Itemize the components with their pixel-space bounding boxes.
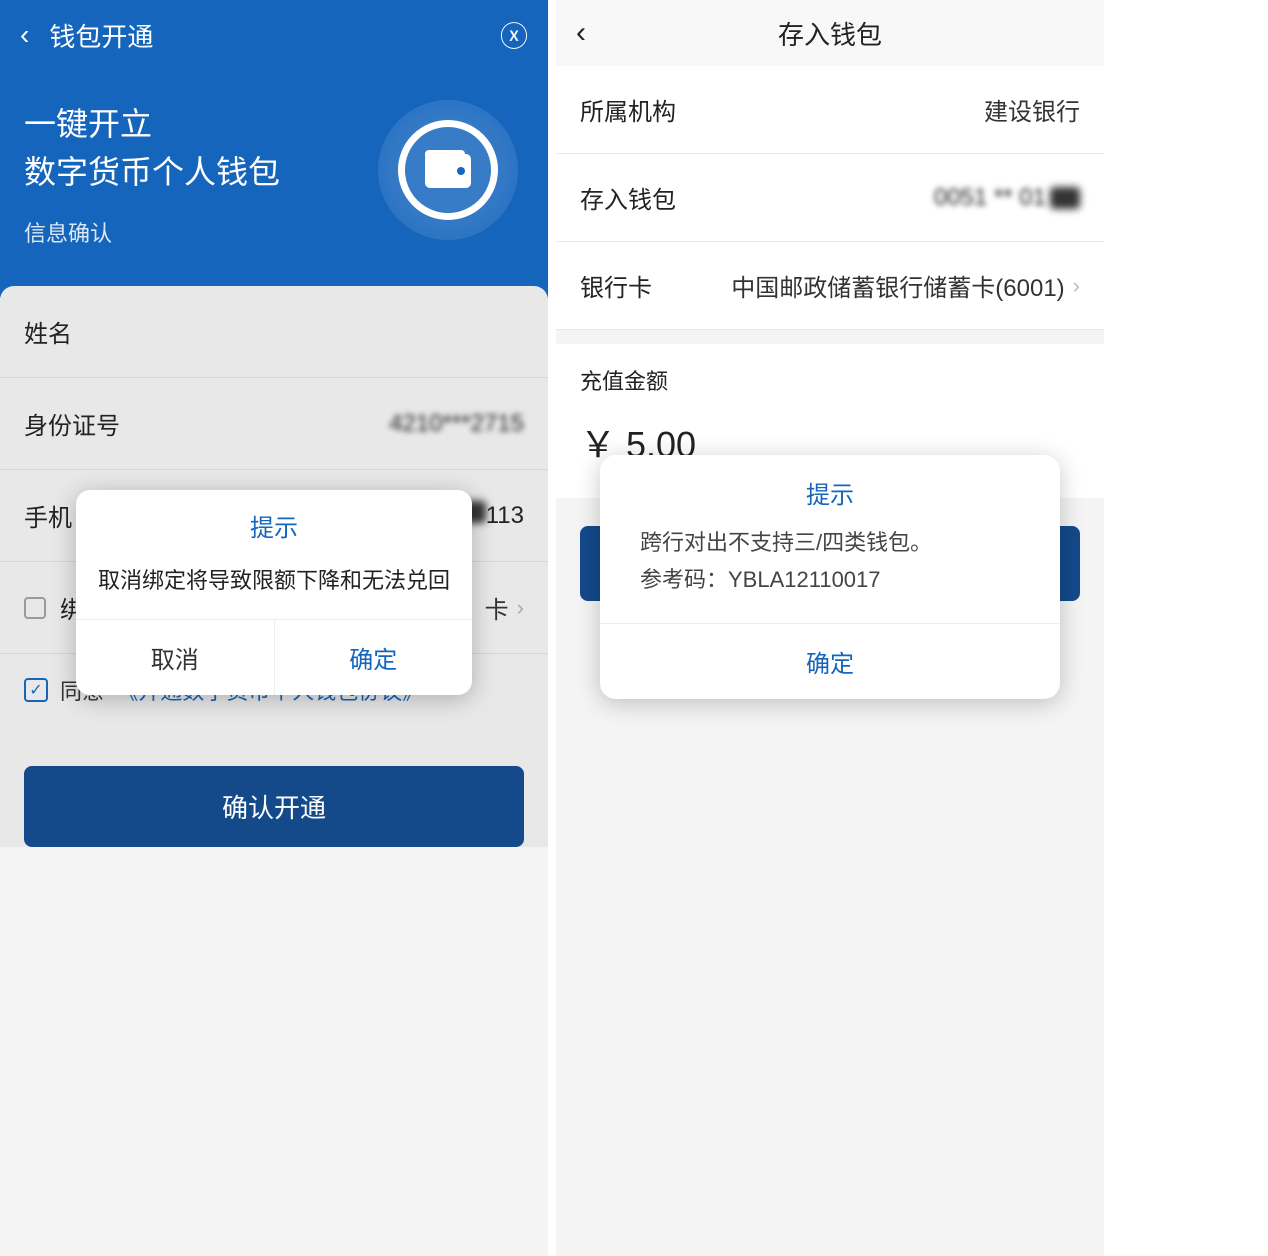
- back-icon[interactable]: ‹: [20, 19, 29, 51]
- card-label: 银行卡: [580, 268, 700, 303]
- hero-banner: 一键开立 数字货币个人钱包 信息确认: [0, 70, 548, 298]
- header-title: 存入钱包: [778, 15, 882, 52]
- id-row[interactable]: 身份证号 4210***2715: [0, 378, 548, 470]
- chevron-right-icon: ›: [517, 595, 524, 621]
- right-screen: ‹ 存入钱包 所属机构 建设银行 存入钱包 0051 ** 01 银行卡 中国邮…: [556, 0, 1104, 1256]
- bind-suffix: 卡: [485, 590, 509, 625]
- wallet-row[interactable]: 存入钱包 0051 ** 01: [556, 154, 1104, 242]
- alert-dialog: 提示 跨行对出不支持三/四类钱包。 参考码：YBLA12110017 确定: [600, 455, 1060, 699]
- cancel-button[interactable]: 取消: [76, 620, 275, 695]
- wallet-value: 0051 ** 01: [934, 184, 1046, 212]
- wallet-icon-glow: [378, 100, 518, 240]
- dialog-title: 提示: [76, 490, 472, 553]
- alert-dialog: 提示 取消绑定将导致限额下降和无法兑回 取消 确定: [76, 490, 472, 695]
- hero-line2: 数字货币个人钱包: [24, 154, 280, 190]
- name-label: 姓名: [24, 314, 524, 349]
- hero-line1: 一键开立: [24, 106, 152, 142]
- org-row: 所属机构 建设银行: [556, 66, 1104, 154]
- chevron-right-icon: ›: [1073, 273, 1080, 299]
- amount-label: 充值金额: [580, 364, 1080, 396]
- org-label: 所属机构: [580, 92, 700, 127]
- dialog-message: 跨行对出不支持三/四类钱包。 参考码：YBLA12110017: [600, 524, 1060, 623]
- header-title: 钱包开通: [49, 17, 500, 54]
- agree-checkbox[interactable]: ✓: [24, 678, 48, 702]
- phone-value: 113: [486, 502, 524, 529]
- back-icon[interactable]: ‹: [576, 16, 586, 50]
- header: ‹ 钱包开通 ⓧ: [0, 0, 548, 70]
- card-value: 中国邮政储蓄银行储蓄卡(6001): [731, 268, 1064, 303]
- id-label: 身份证号: [24, 406, 389, 441]
- close-icon[interactable]: ⓧ: [500, 15, 528, 55]
- dialog-message: 取消绑定将导致限额下降和无法兑回: [76, 553, 472, 619]
- ok-button[interactable]: 确定: [275, 620, 473, 695]
- wallet-icon: [398, 120, 498, 220]
- name-row[interactable]: 姓名: [0, 286, 548, 378]
- header: ‹ 存入钱包: [556, 0, 1104, 66]
- confirm-open-button[interactable]: 确认开通: [24, 766, 524, 847]
- ok-button[interactable]: 确定: [600, 623, 1060, 699]
- dialog-title: 提示: [600, 455, 1060, 524]
- id-value: 4210***2715: [389, 410, 524, 438]
- left-screen: ‹ 钱包开通 ⓧ 一键开立 数字货币个人钱包 信息确认 姓名 身份证号 4210…: [0, 0, 548, 1256]
- bind-checkbox[interactable]: [24, 597, 46, 619]
- org-value: 建设银行: [700, 92, 1080, 127]
- card-row[interactable]: 银行卡 中国邮政储蓄银行储蓄卡(6001) ›: [556, 242, 1104, 330]
- wallet-label: 存入钱包: [580, 180, 700, 215]
